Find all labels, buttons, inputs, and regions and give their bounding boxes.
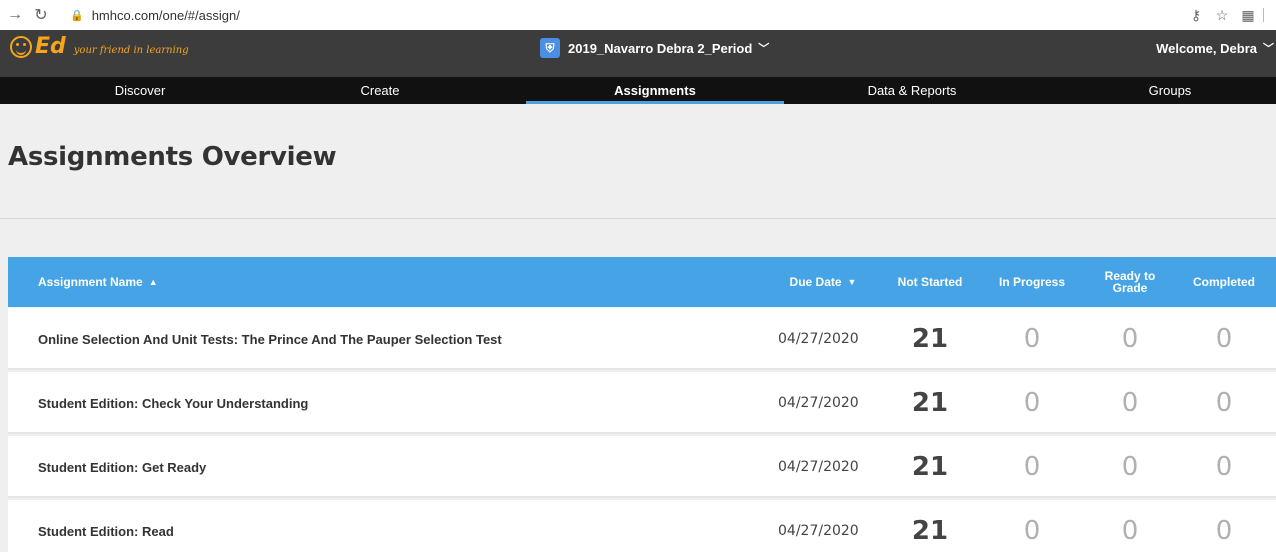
welcome-text: Welcome, Debra [1156,40,1257,56]
ready-to-grade-count[interactable]: 0 [1090,372,1170,434]
column-label: Not Started [897,275,963,289]
tab-create[interactable]: Create [280,77,480,104]
column-not-started[interactable]: Not Started [886,257,974,307]
not-started-count[interactable]: 21 [886,308,974,370]
completed-count[interactable]: 0 [1176,308,1272,370]
due-date: 04/27/2020 [778,395,859,411]
logo[interactable]: Ed your friend in learning [10,34,189,59]
ready-to-grade-count[interactable]: 0 [1090,308,1170,370]
assignment-name[interactable]: Student Edition: Get Ready [38,436,206,498]
assignment-name[interactable]: Student Edition: Read [38,500,174,552]
key-icon[interactable]: ⚷ [1186,5,1206,25]
tagline: your friend in learning [73,45,189,56]
logo-mark: Ed [10,34,66,59]
column-label: In Progress [998,275,1066,289]
in-progress-count[interactable]: 0 [988,308,1076,370]
address-bar[interactable]: 🔒 hmhco.com/one/#/assign/ [70,8,240,23]
ready-to-grade-count[interactable]: 0 [1090,436,1170,498]
logo-text: Ed [35,34,66,59]
tab-groups[interactable]: Groups [1070,77,1270,104]
column-in-progress[interactable]: In Progress [988,257,1076,307]
due-date: 04/27/2020 [778,459,859,475]
browser-toolbar: → ↻ 🔒 hmhco.com/one/#/assign/ ⚷ ☆ ▦ [0,0,1276,30]
forward-icon[interactable]: → [4,4,26,26]
column-completed[interactable]: Completed [1176,257,1272,307]
in-progress-count[interactable]: 0 [988,372,1076,434]
due-date: 04/27/2020 [778,331,859,347]
star-icon[interactable]: ☆ [1212,5,1232,25]
url-text: hmhco.com/one/#/assign/ [91,7,240,23]
tab-data-reports[interactable]: Data & Reports [812,77,1012,104]
column-label: Grade [1112,281,1148,295]
tab-discover[interactable]: Discover [40,77,240,104]
table-header: Assignment Name ▲ Due Date ▼ Not Started… [8,257,1276,307]
class-name: 2019_Navarro Debra 2_Period [568,40,753,56]
completed-count[interactable]: 0 [1176,500,1272,552]
assignment-name[interactable]: Student Edition: Check Your Understandin… [38,372,308,434]
tab-assignments[interactable]: Assignments [526,77,784,104]
extension-icon[interactable]: ▦ [1238,5,1258,25]
toolbar-separator [1263,8,1264,22]
column-label: Completed [1192,275,1255,289]
in-progress-count[interactable]: 0 [988,500,1076,552]
not-started-count[interactable]: 21 [886,500,974,552]
in-progress-count[interactable]: 0 [988,436,1076,498]
class-selector[interactable]: ⛨ 2019_Navarro Debra 2_Period ﹀ [540,38,769,58]
table-row[interactable]: Student Edition: Check Your Understandin… [8,372,1276,434]
smiley-sun-icon [10,35,32,58]
completed-count[interactable]: 0 [1176,372,1272,434]
sort-desc-icon: ▼ [847,277,857,287]
not-started-count[interactable]: 21 [886,436,974,498]
chevron-down-icon: ﹀ [758,43,770,55]
column-assignment-name[interactable]: Assignment Name ▲ [38,257,158,307]
reload-icon[interactable]: ↻ [30,4,52,26]
classroom-icon: ⛨ [540,38,560,58]
column-due-date[interactable]: Due Date ▼ [778,257,868,307]
due-date: 04/27/2020 [778,523,859,539]
page-title: Assignments Overview [8,142,337,172]
divider [0,218,1276,219]
table-row[interactable]: Student Edition: Get Ready 04/27/2020 21… [8,436,1276,498]
not-started-count[interactable]: 21 [886,372,974,434]
lock-icon: 🔒 [70,9,84,22]
table-row[interactable]: Online Selection And Unit Tests: The Pri… [8,308,1276,370]
assignment-name[interactable]: Online Selection And Unit Tests: The Pri… [38,308,502,370]
table-row[interactable]: Student Edition: Read 04/27/2020 21 0 0 … [8,500,1276,552]
column-label: Assignment Name [38,275,143,289]
column-ready-to-grade[interactable]: Ready to Grade [1090,257,1170,307]
completed-count[interactable]: 0 [1176,436,1272,498]
main-navigation: Discover Create Assignments Data & Repor… [0,77,1276,104]
chevron-down-icon: ﹀ [1263,43,1274,55]
sort-asc-icon: ▲ [148,277,158,287]
ready-to-grade-count[interactable]: 0 [1090,500,1170,552]
column-label: Due Date [789,275,842,289]
user-menu[interactable]: Welcome, Debra ﹀ [1156,40,1274,56]
app-header: Ed your friend in learning ⛨ 2019_Navarr… [0,30,1276,77]
